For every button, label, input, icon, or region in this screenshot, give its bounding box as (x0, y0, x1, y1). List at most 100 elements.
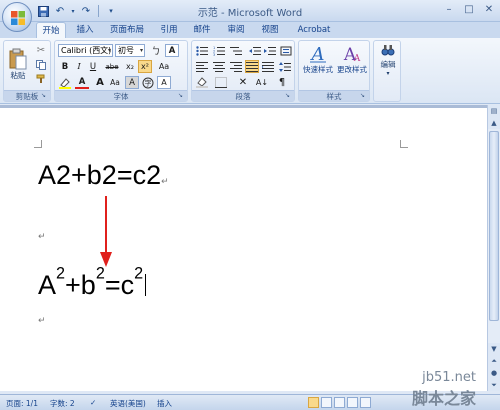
tab-view[interactable]: 视图 (256, 22, 284, 38)
strikethrough-button[interactable]: abe (103, 60, 121, 73)
proofing-icon[interactable]: ✓ (90, 398, 96, 407)
chinese-layout-icon[interactable] (279, 44, 293, 57)
change-styles-icon: A A (343, 45, 361, 64)
scroll-down-icon[interactable]: ▼ (488, 343, 500, 355)
styles-launcher-icon[interactable]: ↘ (360, 92, 367, 99)
page-count[interactable]: 页面: 1/1 (6, 398, 38, 409)
shading-icon[interactable] (195, 76, 209, 89)
line-spacing-icon[interactable] (278, 60, 292, 73)
language-status[interactable]: 英语(美国) (110, 398, 146, 409)
font-name-value: Calibri (西文) (61, 46, 112, 55)
clear-formatting-button[interactable]: A (157, 76, 171, 89)
web-layout-view-icon[interactable] (334, 397, 345, 408)
cut-icon[interactable]: ✂ (34, 44, 48, 57)
vertical-scrollbar[interactable]: ▤ ▲ ▼ ⏶ ● ⏷ (487, 105, 500, 391)
align-left-icon[interactable] (195, 60, 209, 73)
justify-icon[interactable] (245, 60, 259, 73)
show-hide-marks-icon[interactable]: ¶ (275, 76, 289, 89)
format-painter-icon[interactable] (34, 72, 48, 85)
outline-view-icon[interactable] (347, 397, 358, 408)
quick-styles-icon: A (310, 44, 326, 64)
enclose-characters-button[interactable]: 字 (141, 76, 155, 89)
tab-review[interactable]: 审阅 (222, 22, 250, 38)
crop-mark-top-right (400, 140, 408, 148)
tab-page-layout[interactable]: 页面布局 (104, 22, 150, 38)
equation-term-a: A (38, 270, 57, 300)
quick-styles-button[interactable]: A 快速样式 (301, 42, 335, 88)
previous-page-icon[interactable]: ⏶ (488, 355, 500, 367)
paste-label: 粘贴 (10, 70, 26, 80)
exponent-c: 2 (134, 264, 144, 283)
font-color-button[interactable]: A (75, 76, 89, 89)
font-name-select[interactable]: Calibri (西文) ▾ (58, 44, 113, 57)
change-styles-button[interactable]: A A 更改样式 (335, 42, 369, 88)
draft-view-icon[interactable] (360, 397, 371, 408)
text-cursor (145, 274, 147, 296)
equation-term-c: =c (104, 270, 135, 300)
paragraph-mark: ↵ (38, 316, 46, 326)
italic-button[interactable]: I (72, 60, 86, 73)
change-case-button[interactable]: Aa (155, 60, 173, 73)
word-count[interactable]: 字数: 2 (50, 398, 75, 409)
document-page[interactable]: A2+b2=c2↵ ↵ A2+b2=c2 ↵ (0, 108, 487, 391)
phonetic-guide-button[interactable]: ㄅ (149, 44, 163, 57)
change-styles-label: 更改样式 (337, 65, 367, 74)
close-icon[interactable]: ✕ (482, 3, 496, 17)
underline-button[interactable]: U (86, 60, 100, 73)
paste-button[interactable]: 粘贴 (7, 43, 29, 85)
font-group: Calibri (西文) ▾ 初号 ▾ ㄅ A B I U abe x₂ x² … (54, 40, 188, 102)
svg-text:A: A (310, 44, 325, 64)
font-size-select[interactable]: 初号 ▾ (115, 44, 145, 57)
chevron-down-icon: ▾ (107, 47, 111, 54)
office-button[interactable] (2, 2, 32, 32)
align-right-icon[interactable] (229, 60, 243, 73)
highlight-button[interactable] (58, 76, 72, 89)
ruler-toggle-icon[interactable]: ▤ (488, 105, 500, 117)
print-layout-view-icon[interactable] (308, 397, 319, 408)
distributed-icon[interactable] (261, 60, 275, 73)
select-browse-object-icon[interactable]: ● (488, 367, 500, 379)
tab-insert[interactable]: 插入 (70, 22, 100, 38)
font-launcher-icon[interactable]: ↘ (178, 92, 185, 99)
equation-term-b: +b (65, 270, 96, 300)
scroll-thumb[interactable] (489, 131, 499, 321)
superscript-button[interactable]: x² (138, 60, 152, 73)
bold-button[interactable]: B (58, 60, 72, 73)
multilevel-list-icon[interactable] (229, 44, 243, 57)
shrink-font-button[interactable]: Aa (108, 76, 122, 89)
minimize-icon[interactable]: – (442, 3, 456, 17)
styles-group-label: 样式 (299, 90, 369, 101)
tab-acrobat[interactable]: Acrobat (292, 22, 336, 38)
subscript-button[interactable]: x₂ (123, 60, 137, 73)
next-page-icon[interactable]: ⏷ (488, 379, 500, 391)
character-shading-button[interactable]: A (125, 76, 139, 89)
borders-icon[interactable] (214, 76, 228, 89)
tab-references[interactable]: 引用 (155, 22, 183, 38)
insert-mode-status[interactable]: 插入 (157, 398, 172, 409)
paragraph-launcher-icon[interactable]: ↘ (285, 92, 292, 99)
numbering-icon[interactable]: 123 (212, 44, 226, 57)
maximize-icon[interactable]: □ (462, 3, 476, 17)
ribbon-tabs: 开始 插入 页面布局 引用 邮件 审阅 视图 Acrobat (0, 22, 500, 38)
asian-layout-icon[interactable]: ✕ (236, 76, 250, 89)
font-group-label: 字体 (55, 90, 187, 101)
editing-button[interactable]: 编辑 ▾ (376, 43, 400, 99)
increase-indent-icon[interactable] (263, 44, 277, 57)
watermark-brand: 脚本之家 (412, 389, 477, 408)
align-center-icon[interactable] (212, 60, 226, 73)
sort-icon[interactable]: A↓ (255, 76, 269, 89)
full-screen-reading-view-icon[interactable] (321, 397, 332, 408)
scroll-up-icon[interactable]: ▲ (488, 117, 500, 129)
clipboard-launcher-icon[interactable]: ↘ (41, 92, 48, 99)
copy-icon[interactable] (34, 58, 48, 71)
paragraph-mark: ↵ (161, 176, 169, 186)
decrease-indent-icon[interactable] (248, 44, 262, 57)
tab-home[interactable]: 开始 (36, 22, 66, 38)
character-border-button[interactable]: A (165, 44, 179, 57)
title-bar: ↶ ▾ ↷ ▾ 示范 - Microsoft Word – □ ✕ (0, 0, 500, 22)
grow-font-button[interactable]: A (93, 76, 107, 89)
binoculars-icon (381, 45, 395, 56)
tab-mailings[interactable]: 邮件 (188, 22, 216, 38)
svg-text:3: 3 (213, 53, 215, 56)
bullets-icon[interactable] (195, 44, 209, 57)
